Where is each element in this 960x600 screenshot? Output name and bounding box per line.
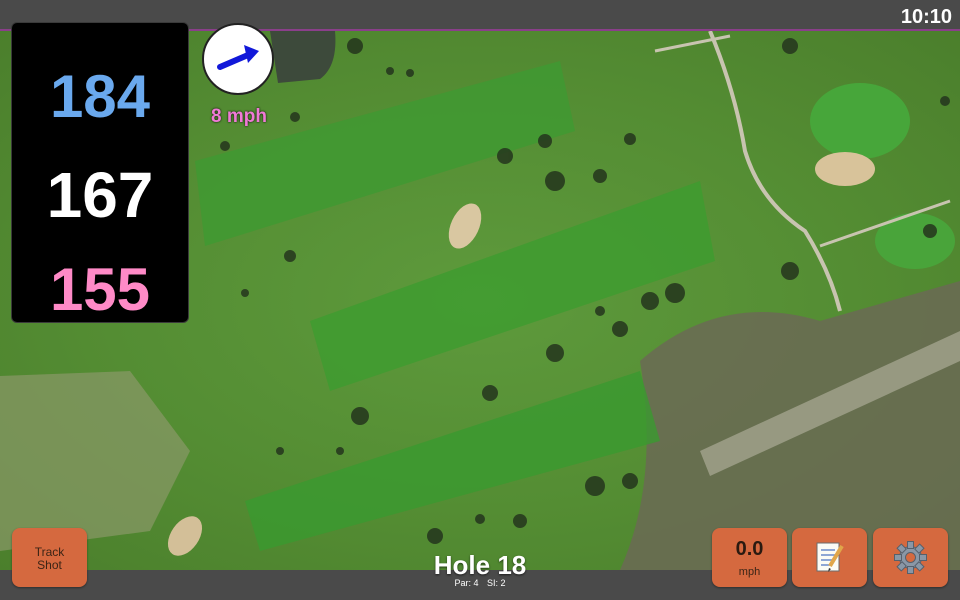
settings-button[interactable] <box>873 528 948 587</box>
speed-value: 0.0 <box>735 538 764 560</box>
clock: 10:10 <box>900 6 952 28</box>
wind-arrow-icon <box>217 45 259 70</box>
green-1 <box>810 83 910 159</box>
track-shot-label: Track Shot <box>34 545 65 572</box>
fairway-3 <box>245 371 660 551</box>
hole-par: Par: 4 <box>454 578 479 588</box>
wind-speed: 8 mph <box>211 106 267 127</box>
notepad-icon <box>816 542 844 572</box>
speed-button[interactable]: 0.0 mph <box>712 528 787 587</box>
hole-title: Hole 18 <box>433 550 527 580</box>
bunker <box>167 516 203 556</box>
rough-patch <box>0 371 190 551</box>
gear-icon <box>894 541 927 574</box>
hole-si: SI: 2 <box>487 578 506 588</box>
pond <box>270 31 336 83</box>
track-shot-button[interactable]: Track Shot <box>12 528 87 587</box>
distance-panel[interactable]: 184 167 155 <box>11 22 189 323</box>
wind-indicator <box>202 23 274 95</box>
notes-button[interactable] <box>792 528 867 587</box>
distance-front: 155 <box>49 256 151 323</box>
bunker <box>448 203 482 249</box>
distance-back: 184 <box>49 63 151 130</box>
bunker <box>815 152 875 186</box>
hole-info: Par: 4 SI: 2 <box>380 578 580 588</box>
distance-middle: 167 <box>46 159 154 231</box>
speed-unit: mph <box>738 566 761 578</box>
